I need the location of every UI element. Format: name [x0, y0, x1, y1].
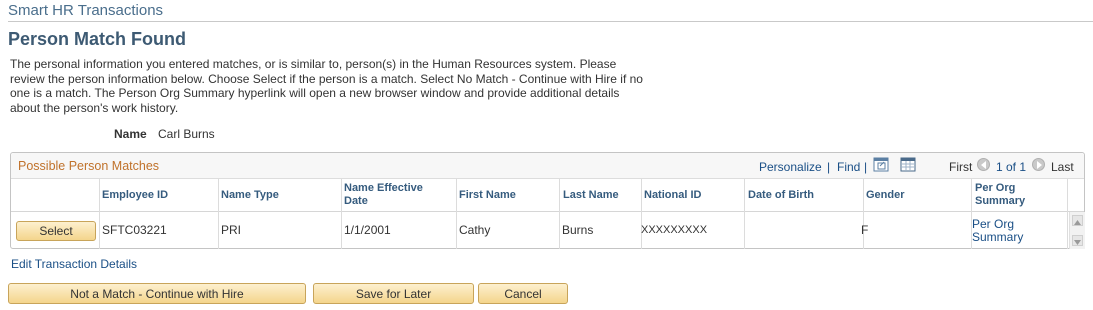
col-per-org-summary: Per Org Summary	[975, 182, 1026, 207]
col-name-effective-date[interactable]: Name Effective Date	[344, 179, 444, 211]
toolbar-separator: |	[827, 160, 831, 174]
download-icon[interactable]	[900, 157, 916, 172]
first-label: First	[949, 160, 973, 174]
cell-national-id: XXXXXXXXX	[641, 224, 708, 236]
col-first-name[interactable]: First Name	[459, 179, 559, 211]
col-name-type[interactable]: Name Type	[221, 179, 331, 211]
name-label: Name	[114, 127, 147, 141]
col-national-id[interactable]: National ID	[644, 179, 744, 211]
app-title: Smart HR Transactions	[8, 2, 164, 19]
page-title: Person Match Found	[8, 29, 187, 49]
column-header-row: Employee ID Name Type Name Effective Dat…	[11, 179, 1084, 212]
toolbar-separator: |	[864, 160, 868, 174]
cell-name-effective-date: 1/1/2001	[344, 223, 391, 237]
cell-first-name: Cathy	[459, 223, 491, 237]
grid-title: Possible Person Matches	[18, 159, 160, 173]
cancel-button[interactable]: Cancel	[478, 283, 568, 304]
per-org-summary-link[interactable]: Per Org Summary	[972, 212, 1052, 249]
scroll-down-icon[interactable]	[1072, 235, 1083, 246]
save-for-later-button[interactable]: Save for Later	[313, 283, 474, 304]
edit-transaction-details-link[interactable]: Edit Transaction Details	[11, 257, 137, 271]
col-employee-id[interactable]: Employee ID	[102, 179, 212, 211]
col-gender[interactable]: Gender	[866, 179, 966, 211]
col-last-name[interactable]: Last Name	[563, 179, 643, 211]
intro-text: The personal information you entered mat…	[10, 57, 643, 115]
grid-scrollbar[interactable]	[1069, 212, 1085, 249]
cell-name-type: PRI	[221, 223, 242, 237]
table-row: Select SFTC03221 PRI 1/1/2001 Cathy Burn…	[11, 212, 1084, 249]
cell-gender: F	[861, 223, 869, 237]
cell-employee-id: SFTC03221	[102, 223, 167, 237]
last-label: Last	[1051, 160, 1074, 174]
row-range: 1 of 1	[996, 160, 1027, 174]
scroll-up-icon[interactable]	[1072, 215, 1083, 226]
title-divider	[8, 21, 1093, 22]
next-icon[interactable]	[1032, 158, 1045, 171]
personalize-link[interactable]: Personalize	[759, 160, 822, 174]
name-value: Carl Burns	[158, 127, 215, 141]
not-a-match-continue-button[interactable]: Not a Match - Continue with Hire	[8, 283, 306, 304]
col-date-of-birth[interactable]: Date of Birth	[748, 179, 863, 211]
cell-last-name: Burns	[562, 223, 594, 237]
find-link[interactable]: Find	[837, 160, 860, 174]
grid-header-bar: Possible Person Matches Personalize | Fi…	[11, 153, 1084, 179]
view-all-icon[interactable]	[873, 157, 889, 172]
select-button[interactable]: Select	[16, 221, 96, 241]
possible-person-matches-grid: Possible Person Matches Personalize | Fi…	[10, 152, 1085, 249]
previous-icon[interactable]	[977, 158, 990, 171]
